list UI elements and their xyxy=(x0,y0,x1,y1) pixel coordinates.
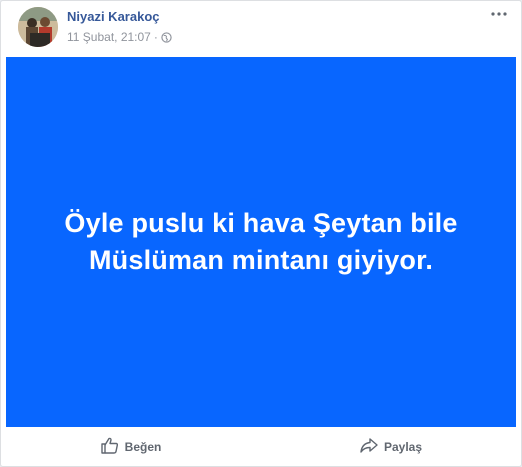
post-text-line-1: Öyle puslu ki hava Şeytan bile xyxy=(64,208,458,238)
share-button[interactable]: Paylaş xyxy=(261,431,521,463)
meta-separator: · xyxy=(153,30,158,44)
avatar[interactable] xyxy=(18,7,58,47)
avatar-photo xyxy=(18,7,58,47)
share-label: Paylaş xyxy=(383,440,423,454)
post-text-line-2: Müslüman mintanı giyiyor. xyxy=(88,245,434,275)
post-header: Niyazi Karakoç 11 Şubat, 21:07 · xyxy=(1,1,521,57)
more-options-icon[interactable] xyxy=(487,7,511,21)
action-bar: Beğen Paylaş xyxy=(1,427,521,467)
like-label: Beğen xyxy=(124,440,162,454)
thumbs-up-icon xyxy=(100,437,125,457)
author-name[interactable]: Niyazi Karakoç xyxy=(67,9,160,24)
post-background: Öyle puslu ki hava Şeytan bile Müslüman … xyxy=(6,57,516,427)
globe-icon[interactable] xyxy=(161,31,172,43)
post-text: Öyle puslu ki hava Şeytan bile Müslüman … xyxy=(64,205,457,279)
post-meta: 11 Şubat, 21:07 · xyxy=(67,30,172,44)
share-arrow-icon xyxy=(360,438,384,456)
post-timestamp[interactable]: 11 Şubat, 21:07 xyxy=(67,30,151,44)
post-card: Niyazi Karakoç 11 Şubat, 21:07 · Öyle pu… xyxy=(0,0,522,467)
like-button[interactable]: Beğen xyxy=(1,431,261,463)
